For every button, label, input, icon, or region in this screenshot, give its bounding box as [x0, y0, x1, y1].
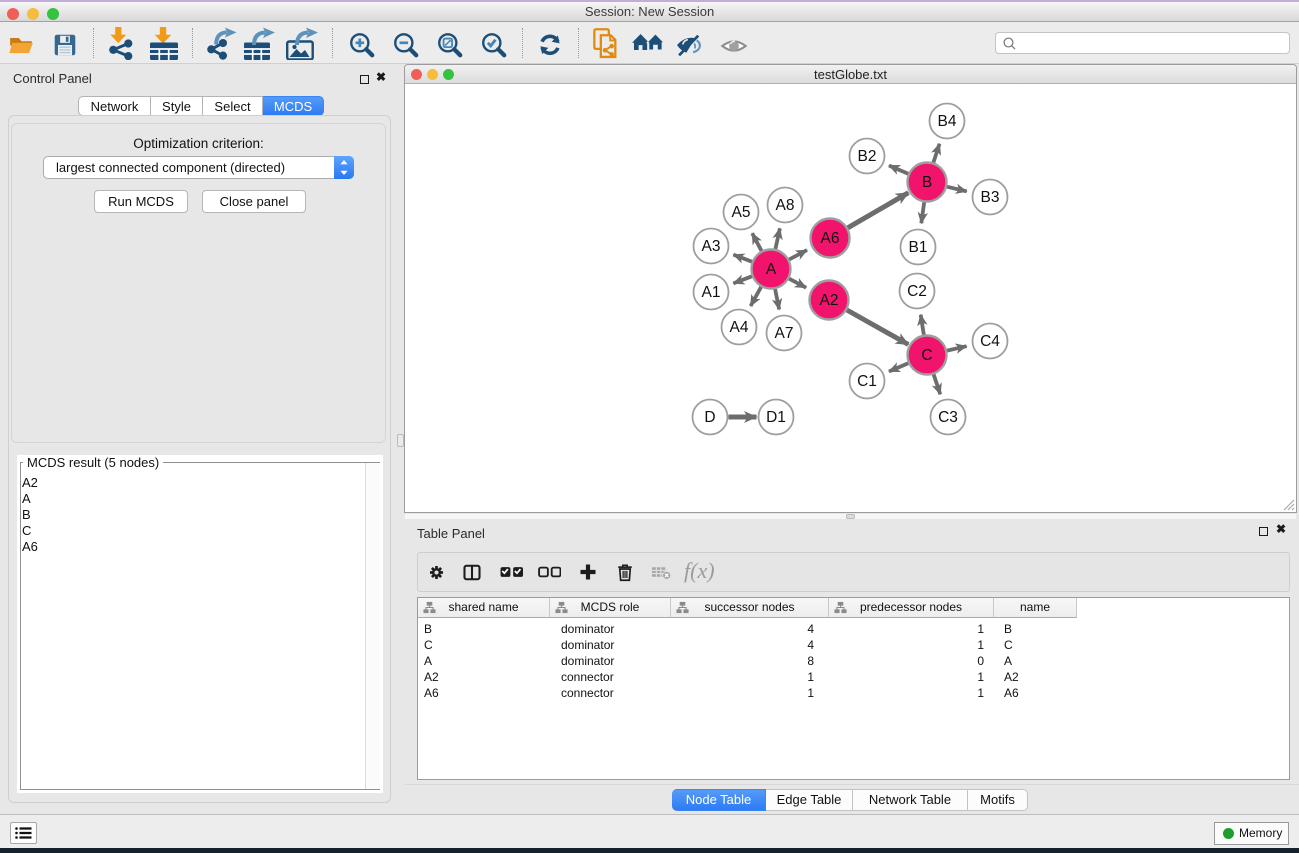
svg-text:B4: B4: [938, 113, 957, 130]
svg-text:A: A: [766, 261, 777, 278]
svg-text:C2: C2: [907, 283, 927, 300]
svg-text:A1: A1: [702, 284, 721, 301]
svg-text:B: B: [922, 174, 932, 191]
svg-text:A4: A4: [730, 319, 749, 336]
svg-text:A8: A8: [776, 197, 795, 214]
svg-text:B1: B1: [909, 239, 928, 256]
svg-text:B2: B2: [858, 148, 877, 165]
svg-text:C3: C3: [938, 409, 958, 426]
svg-text:C4: C4: [980, 333, 1000, 350]
svg-text:C: C: [921, 347, 932, 364]
svg-text:A7: A7: [775, 325, 794, 342]
svg-text:A6: A6: [821, 230, 840, 247]
svg-text:D1: D1: [766, 409, 786, 426]
svg-text:A2: A2: [820, 292, 839, 309]
svg-text:C1: C1: [857, 373, 877, 390]
svg-text:A5: A5: [732, 204, 751, 221]
svg-text:D: D: [704, 409, 715, 426]
svg-text:B3: B3: [981, 189, 1000, 206]
svg-text:A3: A3: [702, 238, 721, 255]
